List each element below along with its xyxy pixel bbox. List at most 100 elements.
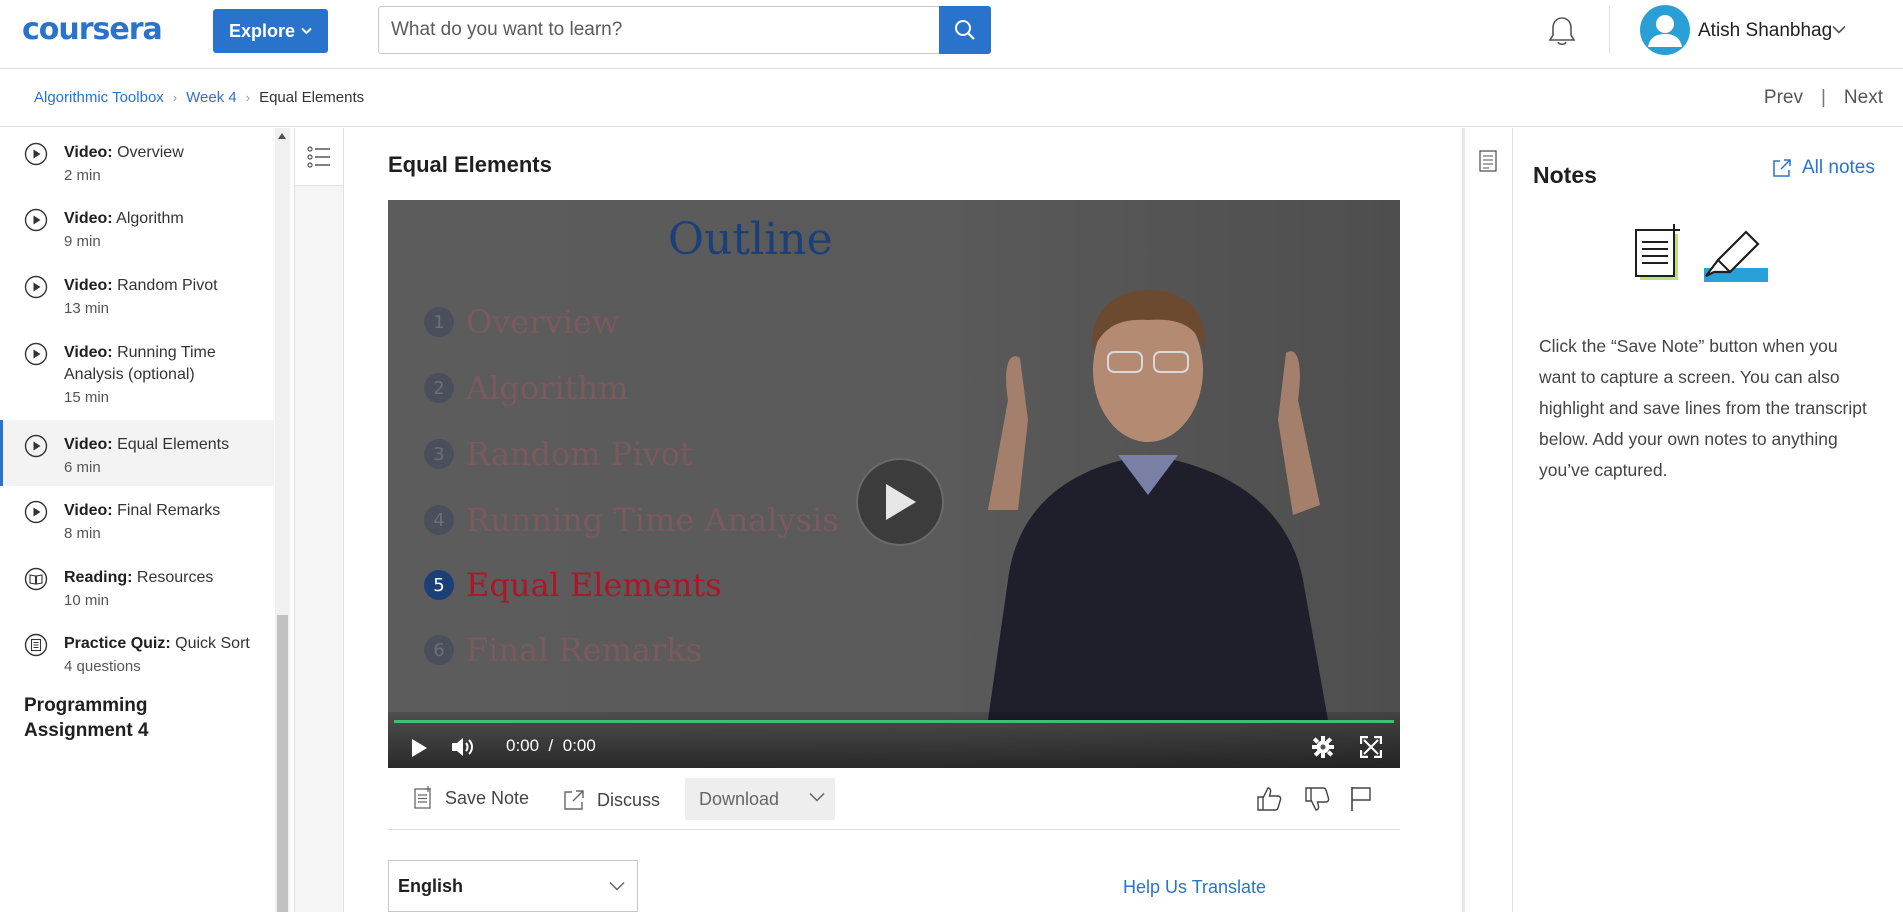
nav-separator: | (1820, 87, 1826, 108)
scrollbar-thumb[interactable] (277, 615, 288, 912)
sidebar-item-duration: 13 min (64, 300, 110, 317)
chevron-down-icon (301, 27, 312, 35)
page-title: Equal Elements (388, 152, 552, 177)
sidebar-item-label: Video: Final Remarks (64, 502, 221, 519)
sidebar-item-quick-sort-quiz[interactable]: Practice Quiz: Quick Sort 4 questions (0, 619, 274, 685)
video-time: 0:00 / 0:00 (506, 736, 596, 755)
sidebar-item-label: Video: Equal Elements (64, 436, 230, 453)
search-button[interactable] (939, 6, 991, 54)
sidebar-item-label: Video: Running Time Analysis (optional) (64, 344, 216, 383)
fullscreen-icon[interactable] (1360, 736, 1382, 758)
slide-item: 4 Running Time Analysis (424, 500, 839, 540)
header-divider (1609, 6, 1610, 54)
download-dropdown[interactable]: Download (685, 778, 835, 820)
sidebar-section-title[interactable]: Programming Assignment 4 (24, 693, 244, 743)
sidebar-item-duration: 2 min (64, 167, 101, 184)
sidebar-item-label: Practice Quiz: Quick Sort (64, 635, 250, 652)
breadcrumb: Algorithmic Toolbox › Week 4 › Equal Ele… (34, 89, 364, 106)
sidebar-item-label: Video: Algorithm (64, 210, 184, 227)
save-note-label: Save Note (445, 787, 530, 808)
save-note-button[interactable]: Save Note (413, 776, 529, 820)
help-translate-link[interactable]: Help Us Translate (1123, 877, 1266, 898)
video-progress-bar[interactable] (394, 720, 1394, 723)
breadcrumb-course[interactable]: Algorithmic Toolbox (34, 89, 164, 106)
chevron-down-icon (809, 792, 825, 802)
volume-icon[interactable] (450, 736, 476, 758)
toc-toggle-button[interactable] (295, 128, 343, 186)
all-notes-link[interactable]: All notes (1772, 157, 1875, 179)
explore-label: Explore (228, 20, 296, 41)
download-label: Download (699, 788, 780, 809)
gear-icon[interactable] (1312, 736, 1334, 758)
video-player[interactable]: Outline 1 Overview 2 Algorithm 3 Random Piv… (388, 200, 1400, 768)
thumbs-up-icon[interactable] (1256, 786, 1282, 812)
play-circle-icon (24, 342, 48, 366)
sidebar-item-duration: 9 min (64, 233, 101, 250)
sidebar-item-overview[interactable]: Video: Overview 2 min (0, 128, 274, 194)
explore-button[interactable]: Explore (213, 9, 328, 53)
thumbs-down-icon[interactable] (1304, 786, 1330, 812)
sidebar-item-final-remarks[interactable]: Video: Final Remarks 8 min (0, 486, 274, 552)
sidebar-item-duration: 4 questions (64, 658, 141, 675)
sidebar-item-label: Video: Random Pivot (64, 277, 218, 294)
external-link-icon (1772, 158, 1792, 178)
bell-icon[interactable] (1547, 15, 1577, 47)
notes-description: Click the “Save Note” button when you wa… (1539, 336, 1867, 480)
sidebar-item-resources[interactable]: Reading: Resources 10 min (0, 553, 274, 619)
notes-title: Notes (1533, 162, 1597, 188)
scroll-up-arrow-icon[interactable] (278, 133, 286, 139)
play-circle-icon (24, 208, 48, 232)
prev-link[interactable]: Prev (1764, 87, 1803, 109)
sidebar-item-equal-elements[interactable]: Video: Equal Elements 6 min (0, 420, 274, 486)
user-name[interactable]: Atish Shanbhag (1698, 20, 1832, 42)
coursera-logo[interactable]: coursera (22, 12, 163, 47)
slide-title: Outline (668, 214, 833, 265)
sidebar-item-algorithm[interactable]: Video: Algorithm 9 min (0, 194, 274, 260)
sidebar-item-duration: 6 min (64, 459, 101, 476)
play-circle-icon (24, 275, 48, 299)
external-link-icon (563, 789, 585, 811)
language-select[interactable]: English (388, 860, 638, 912)
notes-strip (1465, 128, 1513, 912)
chevron-right-icon: › (245, 90, 251, 105)
book-icon (24, 567, 48, 591)
language-value: English (398, 875, 464, 896)
play-icon[interactable] (410, 738, 428, 758)
all-notes-label: All notes (1802, 157, 1875, 178)
slide-item-highlighted: 5 Equal Elements (424, 565, 722, 605)
sidebar-item-label: Video: Overview (64, 144, 184, 161)
search-icon (954, 19, 976, 41)
breadcrumb-week[interactable]: Week 4 (186, 89, 237, 106)
discuss-button[interactable]: Discuss (563, 778, 660, 822)
breadcrumb-bar: Algorithmic Toolbox › Week 4 › Equal Ele… (0, 70, 1903, 127)
play-icon (882, 482, 918, 522)
play-button-large[interactable] (856, 458, 944, 546)
next-link[interactable]: Next (1844, 87, 1883, 109)
notes-toggle-icon[interactable] (1479, 150, 1497, 172)
flag-icon[interactable] (1350, 786, 1372, 812)
sidebar-item-duration: 8 min (64, 525, 101, 542)
slide-item: 3 Random Pivot (424, 434, 693, 474)
sidebar-item-duration: 10 min (64, 592, 110, 609)
slide-item: 1 Overview (424, 302, 619, 342)
toc-strip (294, 128, 344, 912)
presenter-figure (988, 290, 1328, 720)
play-circle-icon (24, 500, 48, 524)
note-icon (413, 786, 433, 810)
sidebar-item-running-time[interactable]: Video: Running Time Analysis (optional) … (0, 328, 274, 416)
chevron-right-icon: › (172, 90, 178, 105)
sidebar-item-random-pivot[interactable]: Video: Random Pivot 13 min (0, 261, 274, 327)
video-actions: Save Note Discuss Download (388, 776, 1400, 830)
breadcrumb-current: Equal Elements (259, 89, 365, 106)
play-circle-icon (24, 142, 48, 166)
avatar[interactable] (1640, 5, 1690, 55)
sidebar-item-duration: 15 min (64, 389, 110, 406)
search-bar (378, 6, 991, 54)
notes-illustration (1634, 224, 1770, 284)
sidebar-scrollbar[interactable] (275, 128, 290, 912)
sidebar-item-label: Reading: Resources (64, 569, 214, 586)
chevron-down-icon (609, 881, 625, 891)
search-input[interactable] (379, 7, 940, 53)
chevron-down-icon[interactable] (1832, 25, 1846, 34)
slide-item: 6 Final Remarks (424, 630, 702, 670)
